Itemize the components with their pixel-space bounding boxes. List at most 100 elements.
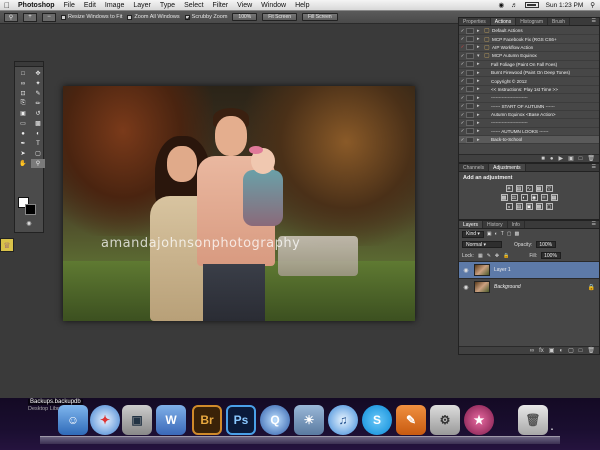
tab-actions[interactable]: Actions [490, 18, 517, 25]
levels-icon[interactable]: ▤ [515, 185, 523, 192]
lasso-tool-icon[interactable]: ∞ [16, 79, 30, 88]
skype-icon[interactable]: S [362, 405, 392, 435]
action-row[interactable]: ✓ ▸ ▢ Default Actions [459, 27, 599, 36]
gradient-map-icon[interactable]: ▩ [535, 203, 543, 210]
eye-icon[interactable]: ◉ [462, 267, 470, 274]
new-layer-icon[interactable]: □ [579, 348, 583, 354]
app-badge-icon[interactable]: ★ [464, 405, 494, 435]
crop-tool-icon[interactable]: ⊡ [16, 89, 30, 98]
tab-layers[interactable]: Layers [459, 221, 484, 228]
menu-type[interactable]: Type [160, 2, 175, 9]
eraser-tool-icon[interactable]: ▭ [16, 119, 30, 128]
trash-icon[interactable]: 🗑 [587, 155, 595, 162]
dodge-tool-icon[interactable]: ◐ [31, 129, 45, 138]
history-brush-tool-icon[interactable]: ↺ [31, 109, 45, 118]
record-icon[interactable]: ● [550, 156, 554, 162]
quicktime-icon[interactable]: Q [260, 405, 290, 435]
spotlight-icon[interactable]: ⚲ [590, 1, 595, 9]
exposure-icon[interactable]: ▦ [535, 185, 543, 192]
layer-style-icon[interactable]: fx [539, 348, 544, 354]
marquee-tool-icon[interactable]: □ [16, 69, 30, 78]
action-row[interactable]: ✓ ▸ Burnt Firewood (Paint On Deep Tones) [459, 69, 599, 78]
volume-icon[interactable]: ♬ [511, 2, 518, 9]
color-balance-icon[interactable]: ⚖ [510, 194, 518, 201]
actual-pixels-button[interactable]: 100% [232, 13, 258, 21]
zoom-all-windows-checkbox[interactable]: Zoom All Windows [127, 14, 180, 20]
battery-icon[interactable] [524, 2, 539, 8]
move-tool-icon[interactable]: ✥ [31, 69, 45, 78]
word-icon[interactable]: W [156, 405, 186, 435]
tab-history[interactable]: History [483, 221, 508, 228]
photoshop-icon[interactable]: Ps [226, 405, 256, 435]
black-white-icon[interactable]: ◐ [520, 194, 528, 201]
scrubby-zoom-checkbox[interactable]: Scrubby Zoom [184, 14, 227, 20]
action-row[interactable]: ✓ ▸ << Instructions: Play 1st Time >> [459, 86, 599, 95]
fit-screen-button[interactable]: Fit Screen [262, 13, 298, 21]
add-mask-icon[interactable]: ▣ [549, 347, 555, 354]
pen-tool-icon[interactable]: ✒ [16, 139, 30, 148]
new-adjustment-icon[interactable]: ◐ [559, 348, 563, 354]
resize-windows-checkbox[interactable]: Resize Windows to Fit [61, 14, 122, 20]
panel-menu-icon[interactable]: ☰ [589, 18, 599, 25]
link-layers-icon[interactable]: ∞ [530, 348, 534, 354]
zoom-in-icon[interactable]: + [23, 12, 37, 22]
document-canvas[interactable]: amandajohnsonphotography [63, 86, 415, 321]
zoom-tool-preset-icon[interactable]: ⚲ [4, 12, 18, 22]
brightness-icon[interactable]: ☀ [505, 185, 513, 192]
brush-tool-icon[interactable]: ✏ [31, 99, 45, 108]
type-tool-icon[interactable]: T [31, 139, 45, 148]
blend-mode-select[interactable]: Normal ▾ [462, 241, 502, 248]
safari-icon[interactable]: ✦ [90, 405, 120, 435]
play-icon[interactable]: ▶ [558, 155, 563, 162]
menu-layer[interactable]: Layer [133, 2, 151, 9]
fill-field[interactable]: 100% [541, 252, 562, 259]
hand-tool-icon[interactable]: ✋ [16, 159, 30, 168]
action-row[interactable]: ✓ ▸ Fall Foliage (Paint On Fall Foes) [459, 61, 599, 69]
zoom-out-icon[interactable]: − [42, 12, 56, 22]
color-lookup-icon[interactable]: ▦ [550, 194, 558, 201]
finder-icon[interactable]: ☺ [58, 405, 88, 435]
new-group-icon[interactable]: ▢ [568, 347, 574, 354]
action-row[interactable]: ✓ ▸ Autumn Equinox <Base Action> [459, 111, 599, 120]
menu-help[interactable]: Help [295, 2, 309, 9]
gradient-tool-icon[interactable]: ▩ [31, 119, 45, 128]
clock[interactable]: Sun 1:23 PM [546, 2, 584, 9]
menu-view[interactable]: View [237, 2, 252, 9]
action-row[interactable]: ✓ ▸ ------------------------ [459, 119, 599, 128]
new-set-icon[interactable]: ▣ [568, 155, 574, 162]
action-row[interactable]: ✓ ▾ ▢ MCP Autumn Equinox [459, 52, 599, 61]
action-row[interactable]: ✓ ▸ ------------------------ [459, 94, 599, 103]
path-selection-tool-icon[interactable]: ➤ [16, 149, 30, 158]
blur-tool-icon[interactable]: ● [16, 129, 30, 138]
tab-adjustments[interactable]: Adjustments [489, 164, 526, 171]
tab-properties[interactable]: Properties [459, 18, 491, 25]
apple-icon[interactable]:  [4, 1, 12, 10]
menu-window[interactable]: Window [261, 2, 286, 9]
lock-transparent-icon[interactable]: ▦ [478, 253, 483, 259]
eyedropper-tool-icon[interactable]: ✎ [31, 89, 45, 98]
background-color-swatch[interactable] [25, 204, 36, 215]
selective-color-icon[interactable]: ▢ [545, 203, 553, 210]
menu-select[interactable]: Select [184, 2, 203, 9]
action-row[interactable]: ✓ ▸ ------ START OF AUTUMN ------ [459, 103, 599, 111]
shape-tool-icon[interactable]: ▢ [31, 149, 45, 158]
lock-all-icon[interactable]: 🔒 [503, 253, 509, 259]
zoom-tool-icon[interactable]: ⚲ [31, 159, 45, 168]
tab-info[interactable]: Info [508, 221, 525, 228]
filter-smart-icon[interactable]: ▩ [514, 231, 519, 237]
eye-icon[interactable]: ◉ [462, 284, 470, 291]
lock-position-icon[interactable]: ✥ [495, 253, 499, 259]
curves-icon[interactable]: ∿ [525, 185, 533, 192]
layer-filter-kind-select[interactable]: Kind ▾ [462, 230, 484, 238]
hue-saturation-icon[interactable]: ▩ [500, 194, 508, 201]
lock-image-icon[interactable]: ✎ [487, 253, 491, 259]
clone-stamp-tool-icon[interactable]: ▣ [16, 109, 30, 118]
trash-icon[interactable]: 🗑 [518, 405, 548, 435]
vibrance-icon[interactable]: ▽ [545, 185, 553, 192]
opacity-field[interactable]: 100% [536, 241, 557, 248]
filter-type-icon[interactable]: T [501, 231, 504, 237]
tab-channels[interactable]: Channels [459, 164, 490, 171]
pages-icon[interactable]: ✎ [396, 405, 426, 435]
quick-mask-icon[interactable]: ◉ [24, 220, 34, 228]
menu-filter[interactable]: Filter [213, 2, 229, 9]
